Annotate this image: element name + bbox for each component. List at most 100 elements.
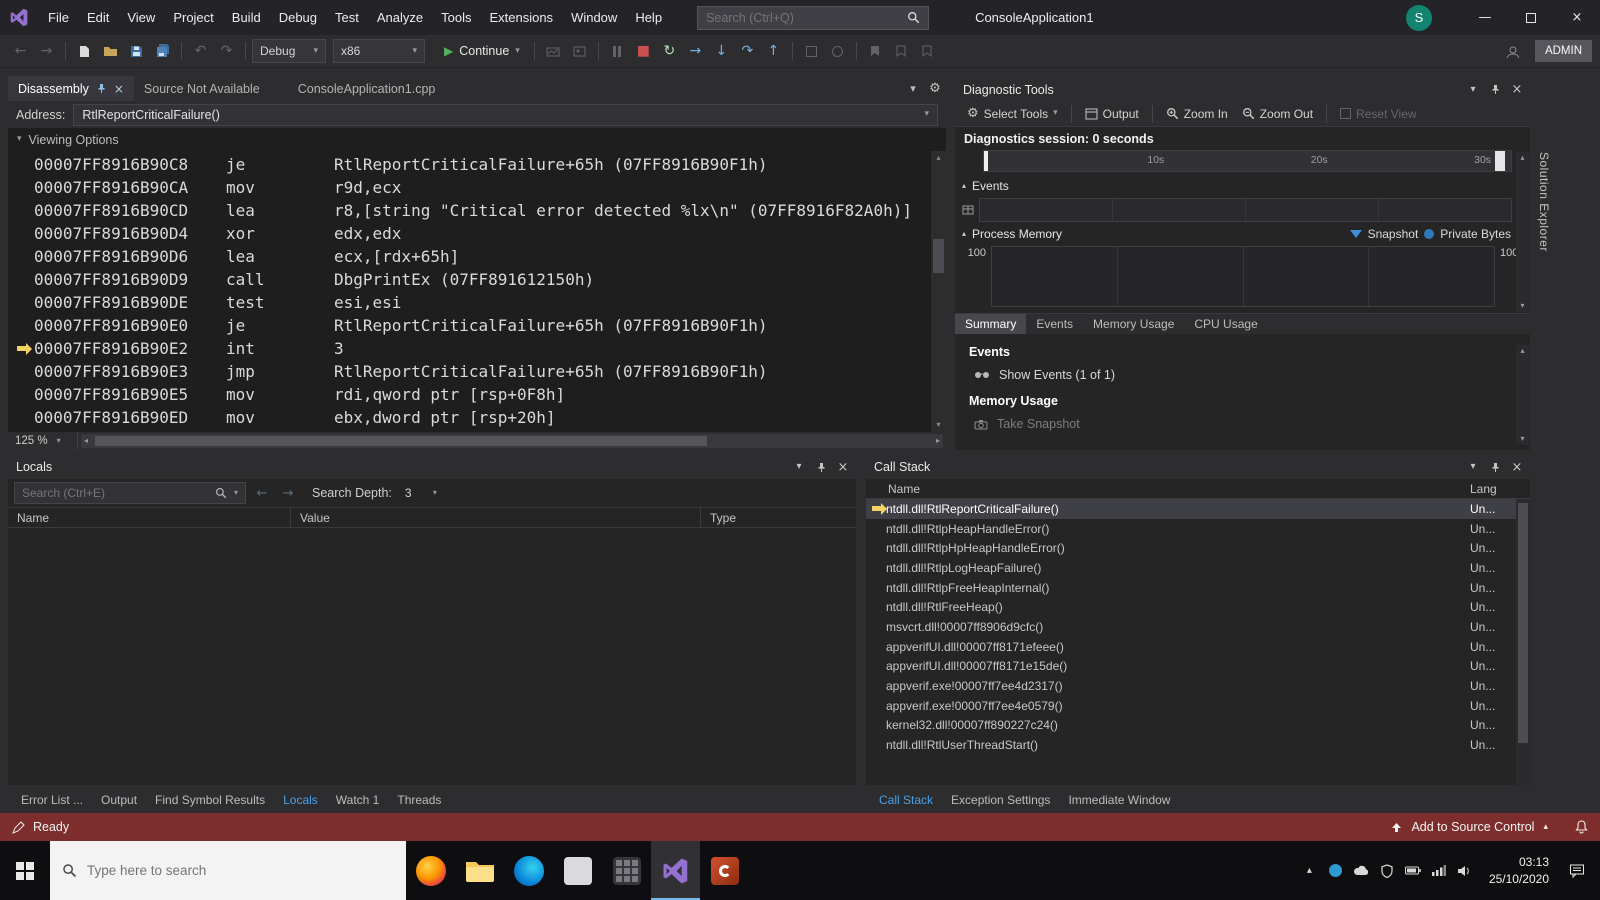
- disassembly-line[interactable]: 00007FF8916B90C8 je RtlReportCriticalFailu…: [8, 153, 931, 176]
- tray-cloud-icon[interactable]: [1353, 865, 1370, 876]
- select-tools-button[interactable]: ⚙ Select Tools ▾: [961, 103, 1064, 125]
- stack-frame[interactable]: kernel32.dll!00007ff890227c24() Un...: [866, 716, 1516, 736]
- menu-test[interactable]: Test: [326, 0, 368, 35]
- navigate-backward-button[interactable]: ←: [8, 39, 33, 64]
- toggle-bookmark-button[interactable]: [863, 39, 888, 64]
- menu-window[interactable]: Window: [562, 0, 626, 35]
- admin-badge[interactable]: ADMIN: [1534, 40, 1592, 62]
- stack-frame[interactable]: ntdll.dll!RtlUserThreadStart() Un...: [866, 735, 1516, 755]
- editor-horizontal-scrollbar[interactable]: ◂ ▸: [81, 434, 943, 448]
- menu-file[interactable]: File: [39, 0, 78, 35]
- start-button[interactable]: [0, 841, 50, 900]
- taskbar-calculator-icon[interactable]: [602, 841, 651, 900]
- application-insights-button[interactable]: [567, 39, 592, 64]
- save-all-button[interactable]: [150, 39, 175, 64]
- step-out-button[interactable]: ↑: [761, 39, 786, 64]
- menu-extensions[interactable]: Extensions: [480, 0, 562, 35]
- window-position-icon[interactable]: ▾: [788, 455, 810, 479]
- breakpoints-window-button[interactable]: [825, 39, 850, 64]
- scrollbar-thumb[interactable]: [95, 436, 707, 446]
- editor-vertical-scrollbar[interactable]: ▴ ▾: [931, 151, 946, 432]
- window-position-icon[interactable]: ▾: [1462, 455, 1484, 479]
- account-avatar[interactable]: S: [1406, 4, 1432, 31]
- column-value[interactable]: Value: [291, 508, 701, 527]
- scrollbar-thumb[interactable]: [1518, 503, 1528, 743]
- maximize-button[interactable]: [1508, 0, 1554, 35]
- scroll-up-icon[interactable]: ▴: [1520, 347, 1524, 355]
- scroll-down-icon[interactable]: ▾: [1520, 302, 1524, 310]
- take-snapshot-button[interactable]: Take Snapshot: [969, 417, 1516, 431]
- taskbar-edge-icon[interactable]: [504, 841, 553, 900]
- stack-frame[interactable]: msvcrt.dll!00007ff8906d9cfc() Un...: [866, 617, 1516, 637]
- tab-memory-usage[interactable]: Memory Usage: [1083, 314, 1184, 334]
- disassembly-line[interactable]: 00007FF8916B90ED mov ebx,dword ptr [rsp+20…: [8, 406, 931, 429]
- disassembly-line[interactable]: 00007FF8916B90E0 je RtlReportCriticalFailu…: [8, 314, 931, 337]
- show-next-statement-button[interactable]: →: [683, 39, 708, 64]
- taskbar-powerpoint-icon[interactable]: [700, 841, 749, 900]
- stack-frame[interactable]: appverif.exe!00007ff7ee4d2317() Un...: [866, 676, 1516, 696]
- tray-network-icon[interactable]: [1431, 865, 1448, 876]
- solution-explorer-tab[interactable]: Solution Explorer: [1537, 152, 1551, 252]
- step-into-button[interactable]: ↓: [709, 39, 734, 64]
- scroll-up-icon[interactable]: ▴: [936, 154, 940, 162]
- stack-frame[interactable]: ntdll.dll!RtlpHpHeapHandleError() Un...: [866, 538, 1516, 558]
- process-memory-section-header[interactable]: ▴ Process Memory Snapshot Private Bytes: [955, 224, 1530, 244]
- undo-button[interactable]: ↶: [188, 39, 213, 64]
- window-position-icon[interactable]: ▾: [1462, 78, 1484, 101]
- menu-project[interactable]: Project: [164, 0, 222, 35]
- disassembly-line[interactable]: 00007FF8916B90D9 call DbgPrintEx (07FF8916…: [8, 268, 931, 291]
- tab-threads[interactable]: Threads: [390, 791, 448, 809]
- search-next-button[interactable]: →: [278, 487, 298, 500]
- zoom-select[interactable]: 125 % ▾: [8, 432, 78, 450]
- disassembly-line[interactable]: 00007FF8916B90CD lea r8,[string "Critical …: [8, 199, 931, 222]
- disassembly-line[interactable]: 00007FF8916B90E3 jmp RtlReportCriticalFail…: [8, 360, 931, 383]
- diagnostics-timeline-ruler[interactable]: 10s 20s 30s: [983, 150, 1512, 172]
- restart-button[interactable]: ↻: [657, 39, 682, 64]
- column-name[interactable]: Name: [8, 508, 291, 527]
- stop-debugging-button[interactable]: ■: [631, 39, 656, 64]
- continue-button[interactable]: ▶ Continue ▾: [436, 38, 528, 64]
- memory-graph-box[interactable]: [991, 246, 1495, 307]
- disassembly-line[interactable]: 00007FF8916B90E5 mov rdi,qword ptr [rsp+0F…: [8, 383, 931, 406]
- chevron-down-icon[interactable]: ▾: [234, 489, 238, 497]
- scrollbar-thumb[interactable]: [933, 239, 944, 273]
- taskbar-file-explorer-icon[interactable]: [455, 841, 504, 900]
- taskbar-search-input[interactable]: [87, 863, 394, 878]
- stack-frame[interactable]: appverif.exe!00007ff7ee4e0579() Un...: [866, 696, 1516, 716]
- column-name[interactable]: Name: [866, 482, 1470, 496]
- debug-configuration-select[interactable]: Debug ▾: [252, 39, 326, 63]
- pin-icon[interactable]: [1484, 455, 1506, 479]
- tray-battery-icon[interactable]: [1405, 866, 1422, 875]
- stack-frame[interactable]: ntdll.dll!RtlpFreeHeapInternal() Un...: [866, 578, 1516, 598]
- tab-cpu-usage[interactable]: CPU Usage: [1184, 314, 1267, 334]
- step-over-button[interactable]: ↷: [735, 39, 760, 64]
- reset-view-button[interactable]: Reset View: [1334, 103, 1422, 125]
- new-file-button[interactable]: [72, 39, 97, 64]
- menu-analyze[interactable]: Analyze: [368, 0, 432, 35]
- tab-locals[interactable]: Locals: [276, 791, 325, 809]
- tab-output[interactable]: Output: [94, 791, 144, 809]
- tab-find-symbol-results[interactable]: Find Symbol Results: [148, 791, 272, 809]
- zoom-out-button[interactable]: Zoom Out: [1236, 103, 1319, 125]
- quick-search[interactable]: [697, 5, 930, 30]
- locals-header[interactable]: Locals ▾ ×: [8, 455, 856, 479]
- show-diagnostic-tools-button[interactable]: [541, 39, 566, 64]
- diagnostic-tools-header[interactable]: Diagnostic Tools ▾ ×: [955, 78, 1530, 102]
- disassembly-line-current[interactable]: 00007FF8916B90E2 int 3: [8, 337, 931, 360]
- feedback-button[interactable]: [1501, 39, 1526, 64]
- column-lang[interactable]: Lang: [1470, 482, 1516, 496]
- tab-immediate-window[interactable]: Immediate Window: [1061, 791, 1177, 809]
- taskbar-search[interactable]: [50, 841, 406, 900]
- hex-display-button[interactable]: [799, 39, 824, 64]
- taskbar-app-icon[interactable]: [553, 841, 602, 900]
- menu-tools[interactable]: Tools: [432, 0, 480, 35]
- menu-build[interactable]: Build: [223, 0, 270, 35]
- open-file-button[interactable]: [98, 39, 123, 64]
- action-center-icon[interactable]: [1564, 863, 1590, 878]
- search-previous-button[interactable]: ←: [252, 487, 272, 500]
- save-button[interactable]: [124, 39, 149, 64]
- tab-consoleapplication1-cpp[interactable]: ConsoleApplication1.cpp: [288, 76, 446, 101]
- address-combo[interactable]: RtlReportCriticalFailure() ▾: [73, 103, 938, 126]
- tab-source-not-available[interactable]: Source Not Available: [134, 76, 270, 101]
- tray-security-shield-icon[interactable]: [1379, 863, 1396, 878]
